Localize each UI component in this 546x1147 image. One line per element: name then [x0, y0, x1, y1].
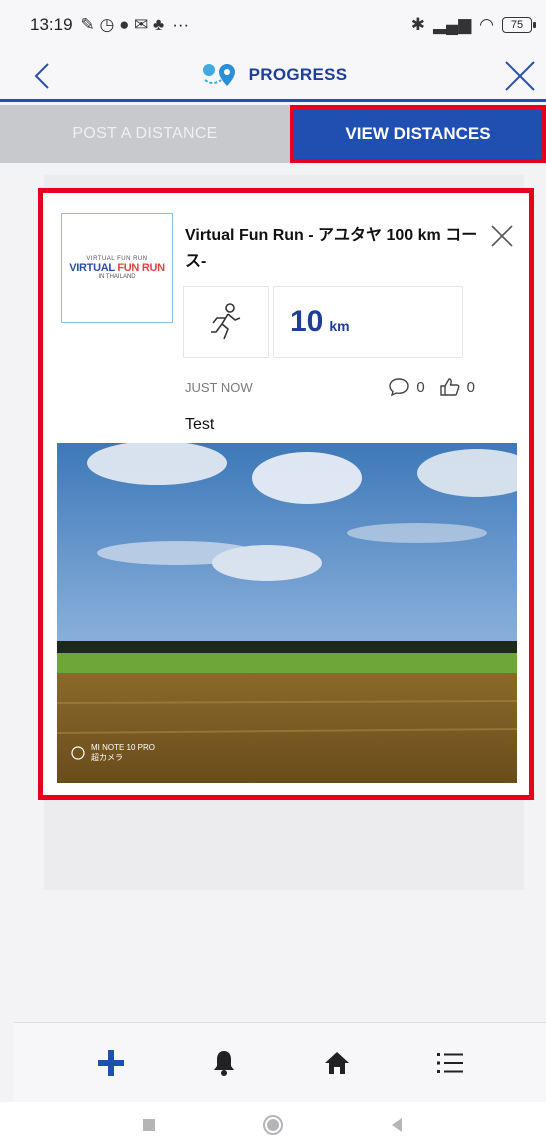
- watermark-line2: 超カメラ: [91, 753, 123, 762]
- logo-text: VIRTUAL FUN RUN: [69, 262, 165, 274]
- distance-card: VIRTUAL FUN RUN VIRTUAL FUN RUN IN THAIL…: [38, 188, 534, 800]
- distance-stats: 10 km: [183, 286, 463, 358]
- logo-sub-text: IN THAILAND: [98, 274, 136, 280]
- bluetooth-icon: ✱: [410, 15, 425, 34]
- logo-right: FUN RUN: [117, 262, 165, 274]
- page-title: PROGRESS: [248, 64, 348, 84]
- comment-count: 0: [416, 378, 425, 396]
- watermark-line1: MI NOTE 10 PRO: [91, 743, 156, 752]
- logo-left: VIRTUAL: [69, 262, 115, 274]
- status-more: ···: [172, 15, 190, 34]
- wifi-icon: ◠: [479, 15, 494, 34]
- close-icon: [491, 225, 513, 247]
- remove-entry-button[interactable]: [489, 223, 515, 249]
- nav-add[interactable]: [83, 1035, 139, 1091]
- distance-value-cell: 10 km: [273, 286, 463, 358]
- status-time: 13:19: [30, 15, 73, 34]
- comment-button[interactable]: 0: [388, 377, 425, 397]
- app-header: PROGRESS: [0, 50, 546, 102]
- battery-level: 75: [510, 19, 524, 31]
- status-right: ✱ ▂▄▆ ◠ 75: [410, 15, 536, 35]
- photo-watermark: MI NOTE 10 PRO 超カメラ: [71, 743, 155, 763]
- circle-icon: [263, 1114, 283, 1135]
- post-text: Test: [185, 416, 215, 433]
- distance-unit: km: [329, 318, 350, 334]
- route-pin-icon: [202, 63, 235, 86]
- nav-home[interactable]: [309, 1035, 365, 1091]
- chevron-left-icon: [34, 63, 49, 89]
- activity-type: [183, 286, 269, 358]
- running-person-icon: [211, 303, 241, 340]
- close-icon: [505, 61, 535, 91]
- system-nav: [0, 1102, 546, 1147]
- close-button[interactable]: [500, 56, 540, 96]
- status-left: 13:19 ✎ ◷ ● ✉ ♣ ···: [30, 15, 189, 35]
- tab-bar: POST A DISTANCE VIEW DISTANCES: [0, 105, 546, 163]
- event-logo[interactable]: VIRTUAL FUN RUN VIRTUAL FUN RUN IN THAIL…: [61, 213, 173, 323]
- thumbs-up-icon: [439, 378, 460, 396]
- back-button[interactable]: [28, 58, 58, 94]
- camera-lens-icon: [71, 746, 85, 760]
- battery-icon: 75: [502, 17, 536, 33]
- signal-icon: ▂▄▆: [432, 15, 472, 34]
- bell-icon: [213, 1050, 234, 1076]
- watermark-text: MI NOTE 10 PRO 超カメラ: [91, 743, 155, 763]
- reactions: 0 0: [388, 377, 475, 397]
- list-icon: [436, 1052, 463, 1073]
- distance-value: 10: [290, 305, 324, 338]
- home-system-button[interactable]: [261, 1113, 285, 1137]
- header-title: PROGRESS: [199, 60, 348, 90]
- back-system-button[interactable]: [385, 1113, 409, 1137]
- recents-button[interactable]: [137, 1113, 161, 1137]
- tab-post-distance[interactable]: POST A DISTANCE: [0, 105, 290, 163]
- square-icon: [143, 1118, 155, 1131]
- nav-notifications[interactable]: [196, 1035, 252, 1091]
- comment-icon: [389, 378, 410, 397]
- post-meta: JUST NOW 0 0: [185, 375, 475, 399]
- event-title: Virtual Fun Run - アユタヤ 100 km コース-: [185, 227, 478, 270]
- tab-view-distances[interactable]: VIEW DISTANCES: [290, 105, 546, 163]
- post-photo[interactable]: [57, 443, 517, 783]
- like-button[interactable]: 0: [439, 377, 475, 397]
- post-time: JUST NOW: [185, 379, 253, 395]
- plus-icon: [97, 1049, 124, 1076]
- like-count: 0: [466, 378, 475, 396]
- status-bar: 13:19 ✎ ◷ ● ✉ ♣ ··· ✱ ▂▄▆ ◠ 75: [0, 0, 546, 50]
- home-icon: [324, 1051, 349, 1074]
- notification-icons: ✎ ◷ ● ✉ ♣: [80, 15, 165, 34]
- triangle-back-icon: [392, 1117, 402, 1132]
- nav-list[interactable]: [422, 1035, 478, 1091]
- bottom-nav: [14, 1022, 546, 1102]
